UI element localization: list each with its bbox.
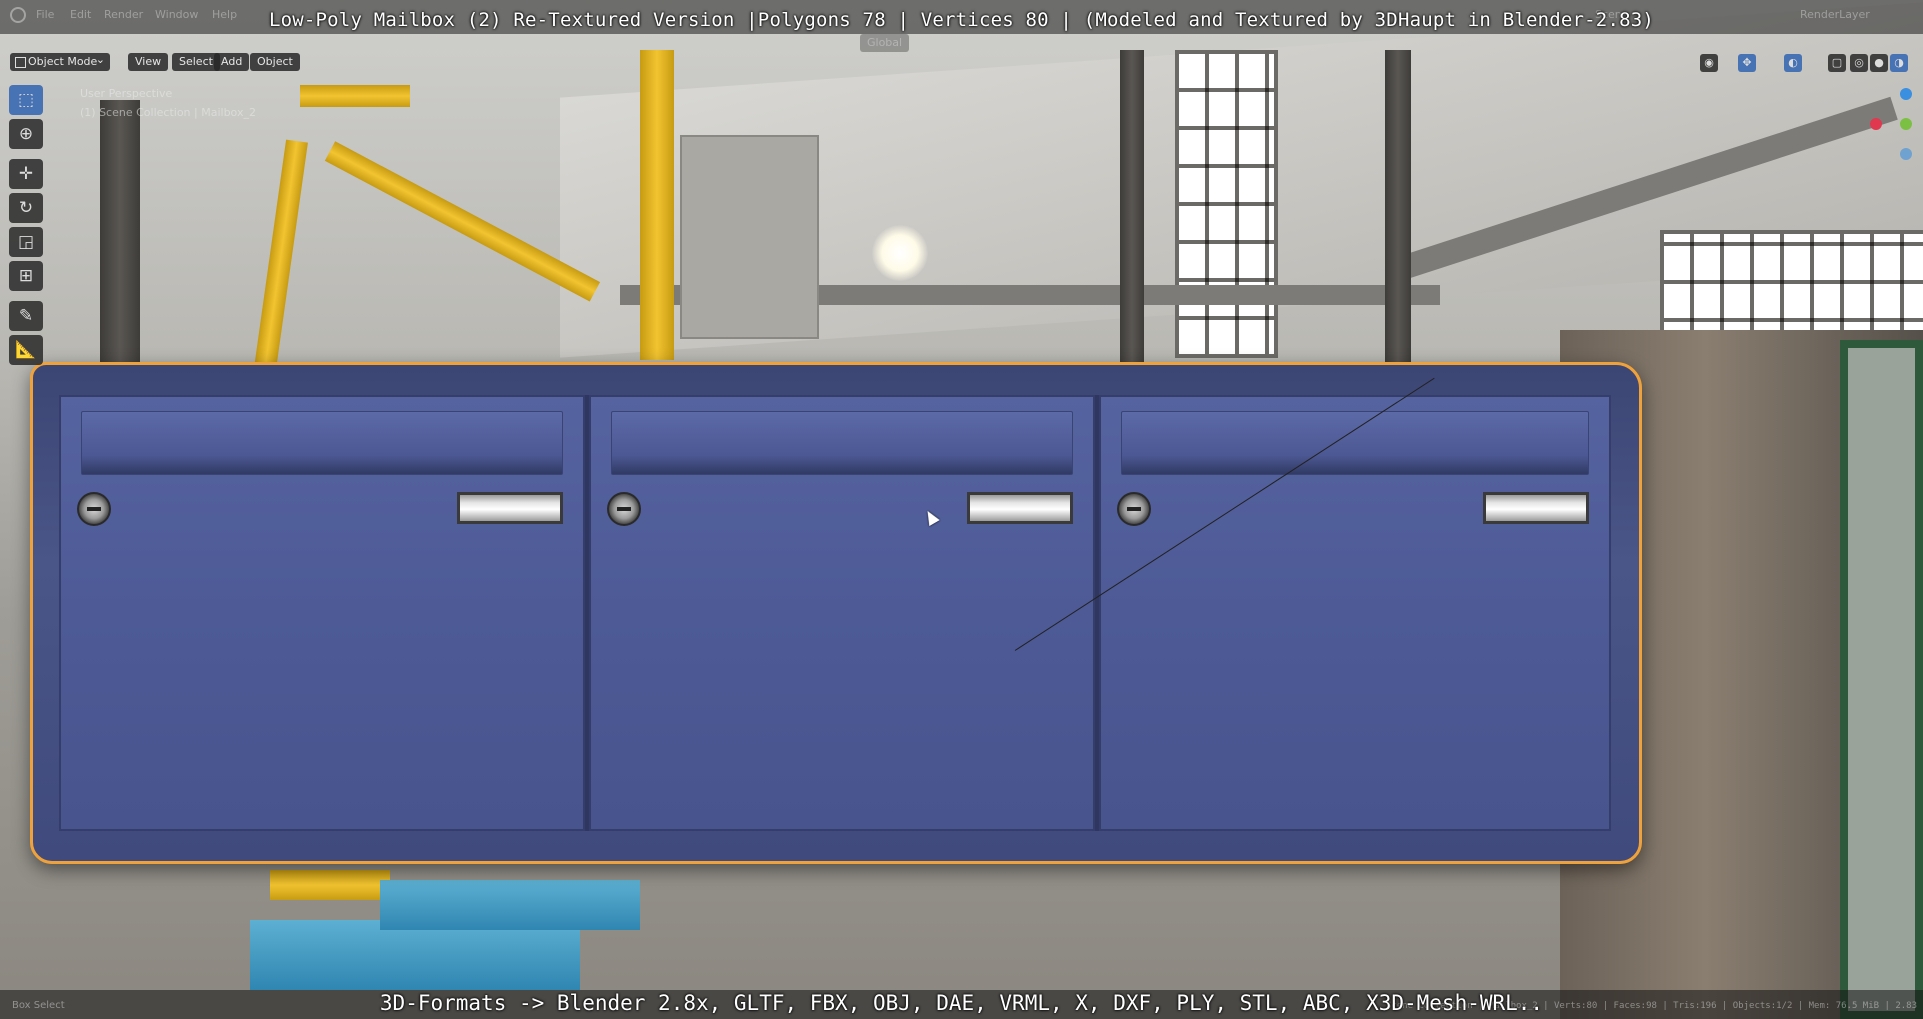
yellow-pipe [254, 139, 308, 371]
blue-machine [250, 920, 580, 990]
letter-slot-flap [611, 411, 1073, 475]
visibility-icon[interactable]: ◉ [1700, 54, 1718, 72]
mailbox-compartment-2 [589, 395, 1095, 831]
mailbox-model[interactable] [30, 362, 1642, 864]
select-box-icon[interactable]: ⬚ [9, 85, 43, 115]
pillar [100, 100, 140, 380]
neg-z-axis-icon[interactable] [1900, 148, 1912, 160]
electrical-cabinet [680, 135, 819, 339]
blue-machine [380, 880, 640, 930]
lock-icon [77, 492, 111, 526]
overlay-toggle-icon[interactable]: ◐ [1784, 54, 1802, 72]
solid-shading-icon[interactable]: ● [1870, 54, 1888, 72]
mailbox-compartment-3 [1099, 395, 1611, 831]
nameplate [1483, 492, 1589, 524]
transform-orientation-dropdown[interactable]: Global [860, 34, 910, 52]
collection-name: (1) Scene Collection | Mailbox_2 [80, 106, 256, 119]
measure-icon[interactable]: 📐 [9, 335, 43, 365]
mailbox-compartment-1 [59, 395, 585, 831]
cursor-icon[interactable]: ⊕ [9, 119, 43, 149]
annotate-icon[interactable]: ✎ [9, 301, 43, 331]
wireframe-shading-icon[interactable]: ◎ [1850, 54, 1868, 72]
video-title-overlay: Low-Poly Mailbox (2) Re-Textured Version… [268, 9, 1655, 31]
x-axis-icon[interactable] [1870, 118, 1882, 130]
transform-icon[interactable]: ⊞ [9, 261, 43, 291]
scale-icon[interactable]: ◲ [9, 227, 43, 257]
lock-icon [1117, 492, 1151, 526]
mailbox-frame [59, 395, 1611, 831]
move-icon[interactable]: ✛ [9, 159, 43, 189]
material-shading-icon[interactable]: ◑ [1890, 54, 1908, 72]
lock-icon [607, 492, 641, 526]
select-menu[interactable]: Select [172, 53, 220, 71]
letter-slot-flap [1121, 411, 1589, 475]
view-menu[interactable]: View [128, 53, 169, 71]
pillar [1120, 50, 1144, 370]
viewport-shading-controls: ◉ ✥ ◐ ▢ ◎ ● ◑ [1700, 54, 1923, 72]
object-mode-dropdown[interactable]: Object Mode [10, 51, 110, 71]
letter-slot-flap [81, 411, 563, 475]
y-axis-icon[interactable] [1900, 118, 1912, 130]
pillar [1385, 50, 1411, 370]
yellow-pipe [270, 870, 390, 900]
rotate-icon[interactable]: ↻ [9, 193, 43, 223]
xray-toggle-icon[interactable]: ▢ [1828, 54, 1846, 72]
nameplate [967, 492, 1073, 524]
yellow-pipe [640, 50, 674, 360]
green-door [1840, 340, 1923, 1019]
yellow-pipe [300, 85, 410, 107]
add-menu[interactable]: Add [214, 53, 250, 71]
yellow-railing [324, 141, 601, 302]
formats-caption-overlay: 3D-Formats -> Blender 2.8x, GLTF, FBX, O… [379, 991, 1544, 1015]
z-axis-icon[interactable] [1900, 88, 1912, 100]
object-menu[interactable]: Object [250, 53, 300, 71]
gizmo-toggle-icon[interactable]: ✥ [1738, 54, 1756, 72]
viewport-info: User Perspective (1) Scene Collection | … [80, 84, 256, 122]
tool-shelf: ⬚ ⊕ ✛ ↻ ◲ ⊞ ✎ 📐 [9, 85, 47, 369]
ceiling-lamp [872, 225, 928, 281]
view-name: User Perspective [80, 87, 173, 100]
factory-window [1175, 50, 1278, 358]
nameplate [457, 492, 563, 524]
